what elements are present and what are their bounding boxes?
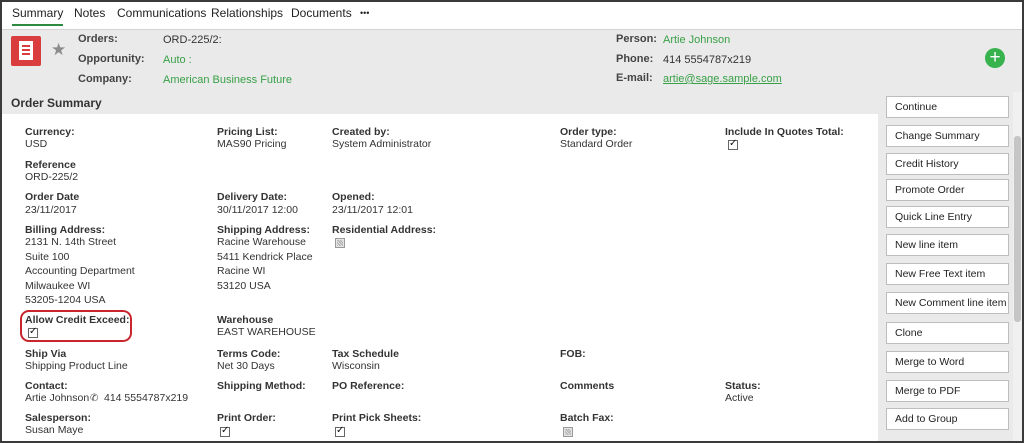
orders-label: Orders: (78, 33, 118, 45)
company-link[interactable]: American Business Future (163, 74, 292, 86)
tab-relationships[interactable]: Relationships (211, 6, 283, 20)
order-document-icon (11, 36, 41, 66)
tab-summary[interactable]: Summary (12, 6, 64, 26)
company-label: Company: (78, 73, 132, 85)
billing-address-line-5: 53205-1204 USA (25, 294, 106, 306)
section-title: Order Summary (11, 96, 102, 110)
print-pick-sheets-label: Print Pick Sheets: (332, 412, 422, 424)
tab-notes[interactable]: Notes (74, 6, 105, 20)
phone-icon[interactable]: ✆ (90, 393, 98, 404)
reference-value: ORD-225/2 (25, 171, 79, 183)
fob-label: FOB: (560, 348, 586, 360)
credit-history-button[interactable]: Credit History (886, 153, 1009, 175)
new-free-text-item-button[interactable]: New Free Text item (886, 263, 1009, 285)
phone-value: 414 5554787x219 (663, 54, 752, 66)
add-to-group-button[interactable]: Add to Group (886, 408, 1009, 430)
tab-more-menu[interactable]: ••• (360, 8, 369, 18)
created-by-value: System Administrator (332, 138, 432, 150)
opportunity-label: Opportunity: (78, 53, 145, 65)
currency-value: USD (25, 138, 48, 150)
print-order-label: Print Order: (217, 412, 276, 424)
shipping-method-label: Shipping Method: (217, 380, 306, 392)
po-reference-label: PO Reference: (332, 380, 405, 392)
new-line-item-button[interactable]: New line item (886, 234, 1009, 256)
opened-label: Opened: (332, 191, 375, 203)
opened-value: 23/11/2017 12:01 (332, 204, 413, 216)
shipping-address-line-3: Racine WI (217, 265, 266, 277)
ship-via-value: Shipping Product Line (25, 360, 128, 372)
orders-value: ORD-225/2: (163, 34, 222, 46)
scrollbar-thumb[interactable] (1014, 136, 1021, 322)
billing-address-line-2: Suite 100 (25, 251, 70, 263)
order-date-label: Order Date (25, 191, 80, 203)
order-summary-header: Order Summary (2, 92, 878, 114)
billing-address-line-4: Milwaukee WI (25, 280, 91, 292)
tab-communications[interactable]: Communications (117, 6, 206, 20)
residential-address-checkbox[interactable] (335, 238, 345, 248)
add-new-button[interactable]: + (985, 48, 1005, 68)
clone-button[interactable]: Clone (886, 322, 1009, 344)
app-frame: Summary Notes Communications Relationshi… (0, 0, 1024, 443)
pricing-list-value: MAS90 Pricing (217, 138, 287, 150)
include-quotes-label: Include In Quotes Total: (725, 126, 844, 138)
record-header: ★ Orders: ORD-225/2: Opportunity: Auto :… (2, 30, 1022, 92)
contact-link[interactable]: Artie Johnson (25, 391, 89, 406)
print-pick-sheets-checkbox[interactable] (335, 425, 345, 437)
email-label: E-mail: (616, 72, 653, 84)
person-label: Person: (616, 33, 657, 45)
shipping-address-line-4: 53120 USA (217, 280, 271, 292)
include-quotes-checkbox[interactable] (728, 138, 738, 150)
tax-schedule-value: Wisconsin (332, 360, 380, 372)
favorite-star-icon[interactable]: ★ (51, 40, 66, 60)
warehouse-value: EAST WAREHOUSE (217, 326, 316, 338)
person-link[interactable]: Artie Johnson (663, 34, 730, 46)
order-summary-panel: Currency: USD Pricing List: MAS90 Pricin… (12, 114, 878, 441)
batch-fax-label: Batch Fax: (560, 412, 614, 424)
salesperson-value: Susan Maye (25, 424, 84, 436)
opportunity-link[interactable]: Auto : (163, 54, 192, 66)
merge-to-pdf-button[interactable]: Merge to PDF (886, 380, 1009, 402)
billing-address-line-1: 2131 N. 14th Street (25, 236, 117, 248)
delivery-date-label: Delivery Date: (217, 191, 288, 203)
allow-credit-exceed-highlight (20, 310, 132, 342)
new-comment-line-item-button[interactable]: New Comment line item (886, 292, 1009, 314)
print-order-checkbox[interactable] (220, 425, 230, 437)
promote-order-button[interactable]: Promote Order (886, 179, 1009, 201)
order-date-value: 23/11/2017 (25, 204, 77, 216)
merge-to-word-button[interactable]: Merge to Word (886, 351, 1009, 373)
batch-fax-checkbox[interactable] (563, 427, 573, 437)
action-panel: Continue Change Summary Credit History P… (878, 92, 1022, 441)
terms-code-value: Net 30 Days (217, 360, 275, 372)
email-link[interactable]: artie@sage.sample.com (663, 73, 782, 85)
quick-line-entry-button[interactable]: Quick Line Entry (886, 206, 1009, 228)
status-value: Active (725, 392, 754, 404)
shipping-address-line-1: Racine Warehouse (217, 236, 306, 248)
comments-label: Comments (560, 380, 615, 392)
residential-address-label: Residential Address: (332, 224, 437, 236)
tab-documents[interactable]: Documents (291, 6, 352, 20)
order-type-value: Standard Order (560, 138, 633, 150)
tab-bar: Summary Notes Communications Relationshi… (2, 2, 1022, 30)
shipping-address-line-2: 5411 Kendrick Place (217, 251, 313, 263)
continue-button[interactable]: Continue (886, 96, 1009, 118)
change-summary-button[interactable]: Change Summary (886, 125, 1009, 147)
delivery-date-value: 30/11/2017 12:00 (217, 204, 298, 216)
phone-label: Phone: (616, 53, 654, 65)
contact-phone-value: 414 5554787x219 (104, 392, 189, 404)
billing-address-line-3: Accounting Department (25, 265, 135, 277)
